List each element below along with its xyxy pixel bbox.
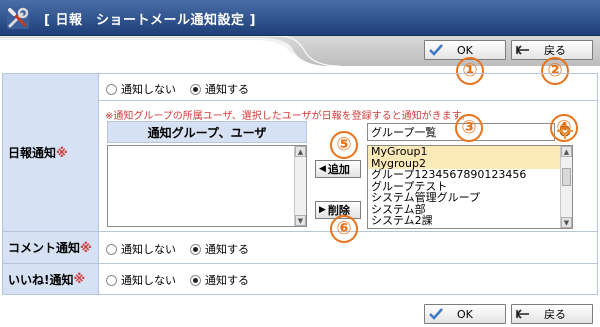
check-icon xyxy=(429,44,443,56)
iine-option-on[interactable]: 通知する xyxy=(190,272,249,288)
title-bar: [ 日報 ショートメール通知設定 ] xyxy=(0,0,600,36)
ok-label: OK xyxy=(457,307,473,321)
back-arrow-icon xyxy=(516,309,529,319)
callout-6: ⑥ xyxy=(330,215,358,243)
radio-button-selected[interactable] xyxy=(190,243,201,255)
radio-button[interactable] xyxy=(106,274,117,286)
tools-icon xyxy=(7,7,29,29)
footer-back-button[interactable]: 戻る xyxy=(511,304,593,324)
comment-option-off[interactable]: 通知しない xyxy=(106,241,176,257)
callout-5: ⑤ xyxy=(330,131,358,159)
callout-3: ③ xyxy=(455,114,483,142)
add-button[interactable]: ◀ 追加 xyxy=(315,160,361,178)
comment-label: コメント通知 ※ xyxy=(3,232,99,264)
scroll-up-icon[interactable]: ▲ xyxy=(295,146,306,157)
scroll-thumb[interactable] xyxy=(562,168,571,186)
callout-4: ④ xyxy=(550,114,578,142)
ok-label: OK xyxy=(457,43,473,57)
back-label: 戻る xyxy=(544,308,566,321)
radio-button[interactable] xyxy=(106,83,117,95)
comment-option-on[interactable]: 通知する xyxy=(190,241,249,257)
notification-note: ※通知グループの所属ユーザ、選択したユーザが日報を登録すると通知がきます。 xyxy=(105,111,471,122)
footer-ok-button[interactable]: OK xyxy=(424,304,506,324)
nippou-label: 日報通知 ※ xyxy=(3,74,99,232)
nippou-label-text: 日報通知 xyxy=(8,146,57,160)
nippou-radio-group: 通知しない 通知する xyxy=(106,81,263,97)
list-header: 通知グループ、ユーザ xyxy=(107,121,307,143)
settings-form: 日報通知 ※ 通知しない 通知する ※通知グループの所属ユーザ、選択したユーザが日… xyxy=(2,73,598,295)
scrollbar[interactable]: ▲ ▼ xyxy=(294,146,306,226)
radio-button[interactable] xyxy=(106,243,117,255)
required-mark: ※ xyxy=(56,145,68,160)
comment-radio-group: 通知しない 通知する xyxy=(106,241,263,257)
required-mark: ※ xyxy=(73,272,86,286)
scrollbar[interactable]: ▲ ▼ xyxy=(560,146,572,228)
iine-label: いいね!通知 ※ xyxy=(3,264,99,294)
group-list[interactable]: MyGroup1 Mygroup2 グループ1234567890123456 グ… xyxy=(367,145,573,229)
back-arrow-icon xyxy=(516,45,529,55)
toolbar xyxy=(0,36,600,66)
iine-cell: 通知しない 通知する xyxy=(99,264,597,294)
selected-users-list[interactable]: ▲ ▼ xyxy=(107,145,307,227)
list-item[interactable]: システム管理グループ xyxy=(368,192,572,204)
right-arrow-icon: ▶ xyxy=(319,205,326,215)
required-mark: ※ xyxy=(80,240,92,255)
iine-option-off[interactable]: 通知しない xyxy=(106,272,176,288)
iine-radio-group: 通知しない 通知する xyxy=(106,272,263,288)
scroll-up-icon[interactable]: ▲ xyxy=(561,146,572,157)
nippou-option-off[interactable]: 通知しない xyxy=(106,81,176,97)
back-label: 戻る xyxy=(544,44,566,57)
radio-button-selected[interactable] xyxy=(190,83,201,95)
page-title: [ 日報 ショートメール通知設定 ] xyxy=(44,13,256,28)
check-icon xyxy=(429,308,443,320)
scroll-down-icon[interactable]: ▼ xyxy=(295,215,306,226)
nippou-option-on[interactable]: 通知する xyxy=(190,81,249,97)
list-item[interactable]: MyGroup1 xyxy=(368,146,572,158)
radio-button-selected[interactable] xyxy=(190,274,201,286)
list-item[interactable]: グループ1234567890123456 xyxy=(368,169,572,181)
scroll-down-icon[interactable]: ▼ xyxy=(561,217,572,228)
list-item[interactable]: システム2課 xyxy=(368,215,572,227)
left-arrow-icon: ◀ xyxy=(319,164,326,174)
